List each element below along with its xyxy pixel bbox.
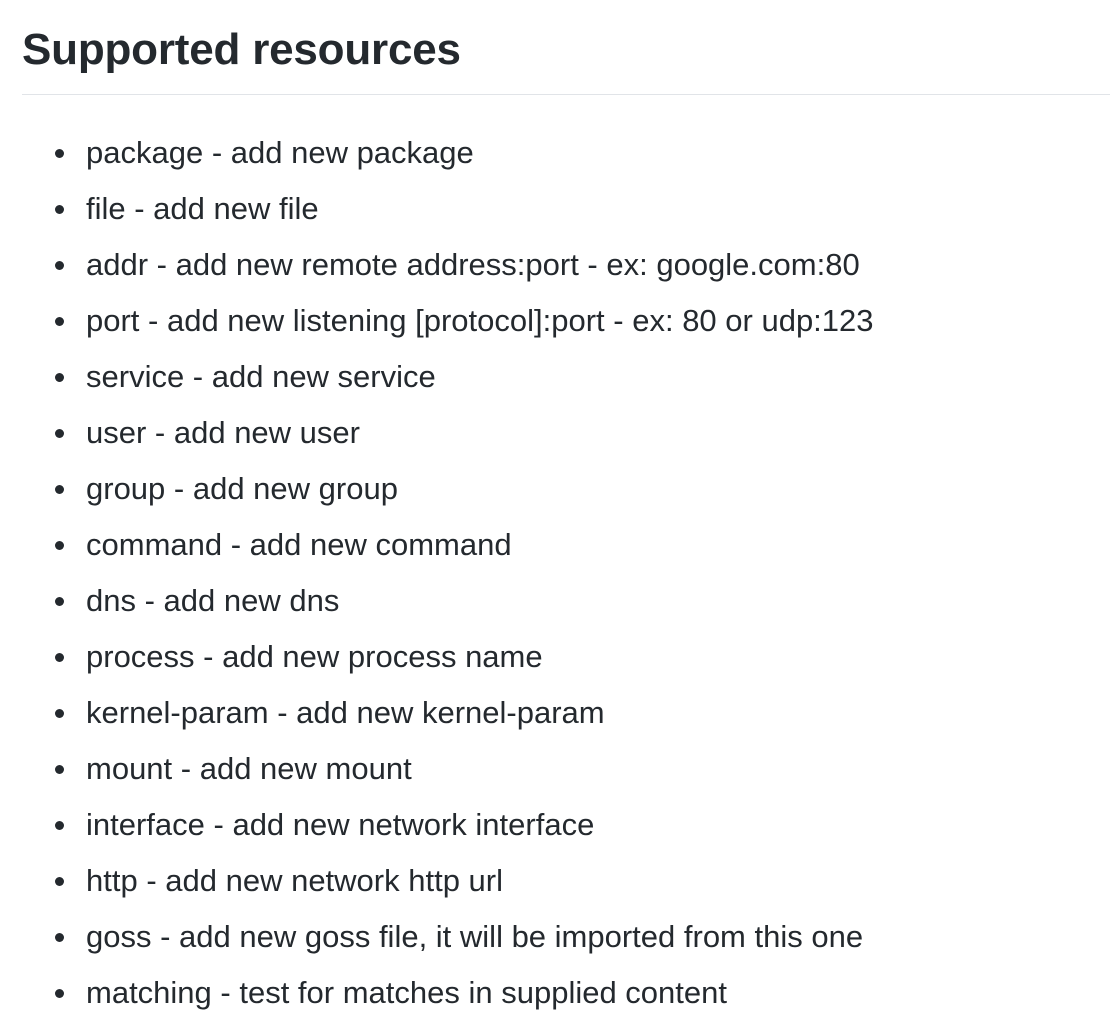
- bullet-icon: [55, 261, 64, 270]
- bullet-icon: [55, 317, 64, 326]
- document-body: Supported resources package - add new pa…: [22, 0, 1110, 1010]
- bullet-icon: [55, 877, 64, 886]
- list-item-text: process - add new process name: [86, 639, 543, 674]
- list-item: addr - add new remote address:port - ex:…: [55, 237, 874, 293]
- bullet-icon: [55, 373, 64, 382]
- list-item: matching - test for matches in supplied …: [55, 965, 874, 1021]
- list-item-text: port - add new listening [protocol]:port…: [86, 303, 874, 338]
- bullet-icon: [55, 765, 64, 774]
- list-item: package - add new package: [55, 125, 874, 181]
- bullet-icon: [55, 429, 64, 438]
- list-item-text: user - add new user: [86, 415, 360, 450]
- list-item-text: mount - add new mount: [86, 751, 412, 786]
- list-item: command - add new command: [55, 517, 874, 573]
- bullet-icon: [55, 597, 64, 606]
- section-heading: Supported resources: [22, 25, 461, 74]
- list-item-text: kernel-param - add new kernel-param: [86, 695, 605, 730]
- bullet-icon: [55, 989, 64, 998]
- list-item: process - add new process name: [55, 629, 874, 685]
- list-item-text: group - add new group: [86, 471, 398, 506]
- bullet-icon: [55, 653, 64, 662]
- heading-divider: [22, 94, 1110, 95]
- list-item-text: interface - add new network interface: [86, 807, 595, 842]
- list-item: interface - add new network interface: [55, 797, 874, 853]
- list-item-text: command - add new command: [86, 527, 512, 562]
- list-item-text: service - add new service: [86, 359, 436, 394]
- list-item: dns - add new dns: [55, 573, 874, 629]
- list-item-text: file - add new file: [86, 191, 319, 226]
- list-item: kernel-param - add new kernel-param: [55, 685, 874, 741]
- bullet-icon: [55, 485, 64, 494]
- list-item-text: http - add new network http url: [86, 863, 504, 898]
- bullet-icon: [55, 149, 64, 158]
- bullet-icon: [55, 933, 64, 942]
- list-item-text: addr - add new remote address:port - ex:…: [86, 247, 860, 282]
- list-item-text: goss - add new goss file, it will be imp…: [86, 919, 864, 954]
- list-item-text: package - add new package: [86, 135, 474, 170]
- list-item-text: dns - add new dns: [86, 583, 340, 618]
- list-item: service - add new service: [55, 349, 874, 405]
- list-item-text: matching - test for matches in supplied …: [86, 975, 727, 1010]
- list-item: mount - add new mount: [55, 741, 874, 797]
- list-item: http - add new network http url: [55, 853, 874, 909]
- bullet-icon: [55, 821, 64, 830]
- bullet-icon: [55, 541, 64, 550]
- list-item: file - add new file: [55, 181, 874, 237]
- list-item: port - add new listening [protocol]:port…: [55, 293, 874, 349]
- list-item: user - add new user: [55, 405, 874, 461]
- list-item: goss - add new goss file, it will be imp…: [55, 909, 874, 965]
- resources-list: package - add new package file - add new…: [22, 125, 874, 1021]
- bullet-icon: [55, 709, 64, 718]
- bullet-icon: [55, 205, 64, 214]
- list-item: group - add new group: [55, 461, 874, 517]
